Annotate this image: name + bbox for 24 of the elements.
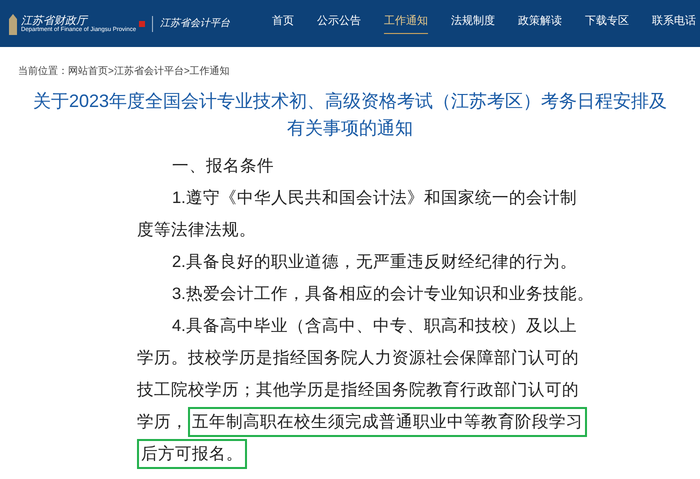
seal-icon (139, 20, 146, 26)
paragraph-text: 3.热爱会计工作，具备相应的会计专业知识和业务技能。 (172, 284, 594, 305)
paragraph-text: 2.具备良好的职业道德，无严重违反财经纪律的行为。 (172, 252, 577, 273)
nav-link[interactable]: 公示公告 (317, 13, 361, 34)
paragraph-text: 4.具备高中毕业（含高中、中专、职高和技校）及以上 (172, 316, 577, 337)
nav-link[interactable]: 工作通知 (384, 13, 428, 34)
logo-title: 江苏省财政厅 (21, 14, 90, 26)
nav-link[interactable]: 联系电话 (652, 13, 696, 34)
nav-link[interactable]: 法规制度 (451, 13, 495, 34)
breadcrumb: 当前位置：网站首页>江苏省会计平台>工作通知 (18, 66, 230, 77)
article-title: 关于2023年度全国会计专业技术初、高级资格考试（江苏考区）考务日程安排及有关事项的通知 (32, 90, 668, 140)
nav-link[interactable]: 下载专区 (585, 13, 629, 34)
nav-link[interactable]: 首页 (272, 13, 294, 34)
platform-title: 江苏省会计平台 (160, 16, 230, 31)
paragraph-text: 学历。技校学历是指经国务院人力资源社会保障部门认可的 (137, 348, 579, 369)
building-icon (8, 12, 18, 34)
paragraph-text: 学历， (137, 412, 188, 433)
paragraph-text: 度等法律法规。 (137, 220, 256, 241)
paragraph-text: 一、报名条件 (172, 156, 274, 177)
paragraph-text: 技工院校学历；其他学历是指经国务院教育行政部门认可的 (137, 380, 579, 401)
highlighted-text: 后方可报名。 (137, 439, 247, 469)
highlighted-text: 五年制高职在校生须完成普通职业中等教育阶段学习 (188, 407, 587, 437)
paragraph-text: 1.遵守《中华人民共和国会计法》和国家统一的会计制 (172, 188, 577, 209)
nav-link[interactable]: 政策解读 (518, 13, 562, 34)
